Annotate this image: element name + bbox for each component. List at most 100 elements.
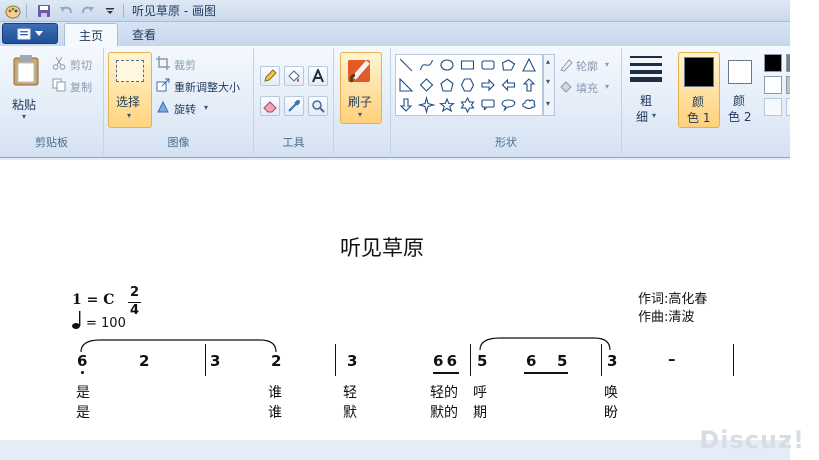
oval-shape-icon[interactable] — [440, 59, 454, 71]
copy-button[interactable]: 复制 — [70, 79, 92, 95]
shapes-gallery-icons — [399, 57, 536, 115]
note-dot-below — [81, 371, 84, 374]
text-tool-button[interactable] — [308, 66, 328, 86]
image-group: 选择 ▾ 裁剪 重新调整大小 旋转 ▾ 图像 — [104, 48, 254, 154]
ribbon: 粘贴 ▾ 剪切 复制 剪贴板 选择 ▾ 裁剪 重新调整大小 旋转 ▾ 图像 工具… — [0, 46, 790, 158]
bar-line — [470, 344, 471, 376]
save-icon[interactable] — [35, 2, 53, 20]
note: 3 — [210, 352, 221, 370]
rectangle-shape-icon[interactable] — [460, 60, 475, 70]
polygon-shape-icon[interactable] — [501, 59, 516, 71]
customize-quick-access-icon[interactable] — [101, 2, 119, 20]
hexagon-shape-icon[interactable] — [460, 78, 475, 92]
color-picker-tool-button[interactable] — [284, 96, 304, 116]
color-2-label-2: 色 2 — [728, 110, 752, 124]
five-point-star-shape-icon[interactable] — [438, 97, 456, 113]
color-1-swatch — [684, 57, 714, 87]
clipboard-group: 粘贴 ▾ 剪切 复制 剪贴板 — [0, 48, 104, 154]
magnifier-tool-button[interactable] — [308, 96, 328, 116]
chevron-down-icon: ▾ — [22, 112, 27, 121]
lyric: 盼 — [604, 405, 618, 421]
brushes-button[interactable]: 刷子 ▾ — [340, 52, 382, 124]
right-arrow-shape-icon[interactable] — [481, 78, 495, 92]
note: 6 — [526, 352, 537, 370]
left-arrow-shape-icon[interactable] — [501, 78, 516, 92]
pencil-tool-button[interactable] — [260, 66, 280, 86]
palette-swatch[interactable] — [764, 54, 782, 72]
six-point-star-shape-icon[interactable] — [460, 96, 475, 114]
down-arrow-shape-icon[interactable] — [399, 98, 413, 112]
bar-line — [733, 344, 734, 376]
file-menu-icon — [17, 28, 31, 39]
chevron-down-icon: ▾ — [605, 82, 610, 91]
color-1-button[interactable]: 颜 色 1 — [678, 52, 720, 128]
up-arrow-shape-icon[interactable] — [522, 78, 536, 92]
eraser-tool-button[interactable] — [260, 96, 280, 116]
note: 6 6 — [433, 352, 457, 370]
size-label-2: 细 — [636, 110, 649, 124]
drawing-canvas[interactable]: 听见草原 1 = C 2 4 = 100 作词:高化春 作曲:清波 6 2 3 … — [0, 160, 790, 440]
bar-line — [335, 344, 336, 376]
color-palette — [762, 52, 790, 122]
more-shapes-icon: ▾ — [546, 99, 551, 108]
paste-button[interactable]: 粘贴 ▾ — [6, 52, 46, 126]
palette-swatch[interactable] — [764, 76, 782, 94]
line-shape-icon[interactable] — [399, 58, 413, 72]
cut-button[interactable]: 剪切 — [70, 57, 92, 73]
rotate-button[interactable]: 旋转 — [174, 101, 196, 117]
dash-note: – — [668, 350, 676, 368]
triangle-shape-icon[interactable] — [522, 57, 536, 72]
bar-line — [205, 344, 206, 376]
size-button[interactable]: 粗 细 ▾ — [626, 52, 668, 128]
palette-swatch[interactable] — [786, 54, 790, 72]
note: 5 — [477, 352, 488, 370]
fill-tool-button[interactable] — [284, 66, 304, 86]
lyric: 呼 — [473, 385, 487, 401]
image-group-label: 图像 — [167, 136, 190, 149]
crop-button[interactable]: 裁剪 — [174, 57, 196, 73]
rounded-rectangle-shape-icon[interactable] — [481, 60, 495, 70]
title-separator — [26, 3, 27, 18]
cloud-callout-shape-icon[interactable] — [522, 99, 536, 110]
redo-icon[interactable] — [79, 2, 97, 20]
palette-swatch[interactable] — [786, 76, 790, 94]
ribbon-tab-row: 主页 查看 — [0, 22, 790, 46]
note: 6 — [77, 352, 88, 370]
lyric: 唤 — [604, 385, 618, 401]
paint-bucket-icon — [288, 70, 300, 82]
tab-home[interactable]: 主页 — [64, 23, 119, 46]
rounded-callout-shape-icon[interactable] — [481, 99, 495, 111]
file-menu-button[interactable] — [2, 23, 58, 44]
shapes-gallery — [395, 54, 543, 116]
select-rectangle-icon — [116, 60, 144, 82]
bar-line — [601, 344, 602, 376]
resize-button[interactable]: 重新调整大小 — [174, 79, 240, 95]
shapes-group: ▴ ▾ ▾ 轮廓 ▾ 填充 ▾ 形状 — [390, 48, 622, 154]
diamond-shape-icon[interactable] — [419, 78, 434, 92]
color-2-button[interactable]: 颜 色 2 — [724, 52, 758, 128]
outline-button[interactable]: 轮廓 — [576, 58, 598, 74]
lyric: 默 — [343, 405, 357, 421]
note: 3 — [607, 352, 618, 370]
palette-swatch[interactable] — [764, 98, 782, 116]
oval-callout-shape-icon[interactable] — [501, 99, 516, 112]
copy-icon — [52, 78, 66, 92]
pentagon-shape-icon[interactable] — [440, 78, 454, 92]
chevron-up-icon: ▴ — [546, 57, 551, 66]
fill-button[interactable]: 填充 — [576, 80, 598, 96]
lyric: 轻的 — [430, 385, 458, 401]
tab-view[interactable]: 查看 — [118, 23, 170, 46]
paint-app-icon[interactable] — [4, 2, 22, 20]
curve-shape-icon[interactable] — [419, 59, 434, 71]
palette-swatch[interactable] — [786, 98, 790, 116]
shapes-scroll[interactable]: ▴ ▾ ▾ — [543, 54, 555, 116]
note: 2 — [139, 352, 150, 370]
note: 3 — [347, 352, 358, 370]
right-triangle-shape-icon[interactable] — [399, 77, 414, 92]
lyric: 期 — [473, 405, 487, 421]
undo-icon[interactable] — [57, 2, 75, 20]
color-2-label-1: 颜 — [733, 94, 746, 108]
tools-group: 工具 — [254, 48, 334, 154]
four-point-star-shape-icon[interactable] — [417, 95, 436, 115]
select-button[interactable]: 选择 ▾ — [108, 52, 152, 128]
